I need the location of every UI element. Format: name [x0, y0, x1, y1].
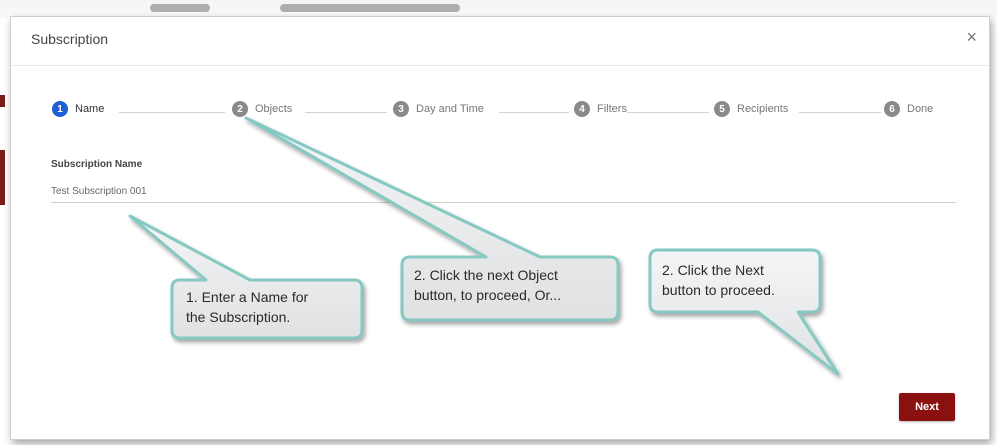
step-label: Objects: [255, 103, 293, 115]
step-number-badge: 5: [714, 101, 730, 117]
stepper: 1 Name 2 Objects 3 Day and Time 4 Filter…: [11, 101, 989, 123]
step-done[interactable]: 6 Done: [884, 101, 933, 117]
step-recipients[interactable]: 5 Recipients: [714, 101, 788, 117]
step-name[interactable]: 1 Name: [52, 101, 104, 117]
background-blur: [280, 4, 460, 12]
step-connector: [499, 112, 569, 113]
subscription-dialog: Subscription × 1 Name 2 Objects 3 Day an…: [10, 16, 990, 440]
background-edge: [0, 150, 5, 205]
subscription-name-input[interactable]: [51, 180, 956, 203]
background-edge: [0, 95, 5, 107]
step-connector: [305, 112, 387, 113]
step-connector: [119, 112, 225, 113]
next-button[interactable]: Next: [899, 393, 955, 421]
step-label: Day and Time: [416, 103, 484, 115]
step-objects[interactable]: 2 Objects: [232, 101, 292, 117]
close-icon[interactable]: ×: [966, 27, 977, 47]
step-day-and-time[interactable]: 3 Day and Time: [393, 101, 484, 117]
step-connector: [799, 112, 881, 113]
step-label: Filters: [597, 103, 627, 115]
step-label: Name: [75, 103, 105, 115]
step-number-badge: 6: [884, 101, 900, 117]
title-divider: [11, 65, 989, 66]
subscription-name-label: Subscription Name: [51, 159, 143, 170]
step-filters[interactable]: 4 Filters: [574, 101, 627, 117]
step-number-badge: 1: [52, 101, 68, 117]
step-connector: [627, 112, 709, 113]
step-label: Recipients: [737, 103, 789, 115]
step-number-badge: 2: [232, 101, 248, 117]
background-blur: [150, 4, 210, 12]
step-label: Done: [907, 103, 934, 115]
step-number-badge: 4: [574, 101, 590, 117]
dialog-title: Subscription: [31, 31, 109, 47]
step-number-badge: 3: [393, 101, 409, 117]
